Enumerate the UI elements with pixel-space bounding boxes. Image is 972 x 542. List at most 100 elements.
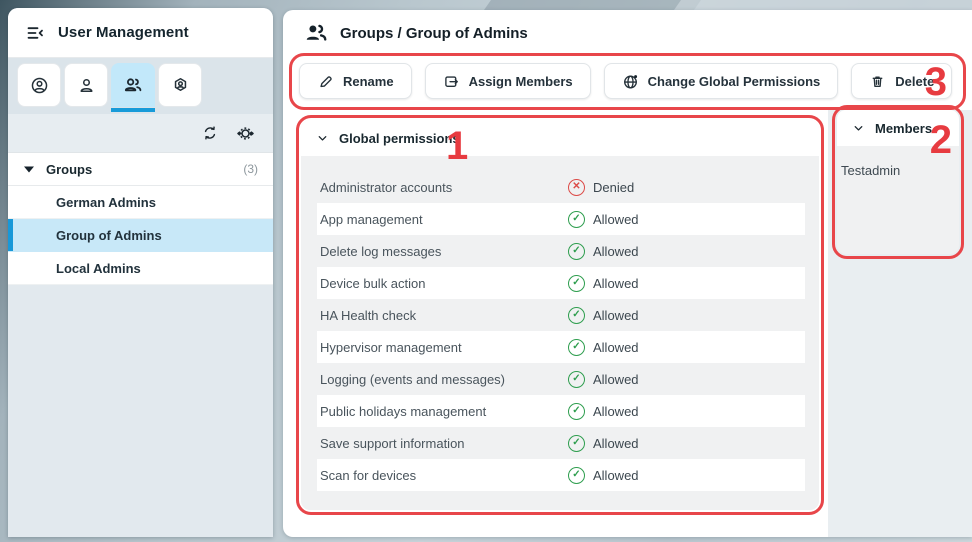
chevron-down-icon xyxy=(852,122,865,135)
users-icon xyxy=(304,21,328,45)
tree-item-group-of-admins[interactable]: Group of Admins xyxy=(8,219,273,252)
main-panel: Groups / Group of Admins Rename Assign M… xyxy=(283,10,972,537)
permission-row: Save support information ✓ Allowed xyxy=(317,427,805,459)
permission-label: Device bulk action xyxy=(320,276,568,291)
refresh-icon[interactable] xyxy=(202,125,218,141)
permission-label: Logging (events and messages) xyxy=(320,372,568,387)
tab-account-settings[interactable] xyxy=(158,63,202,107)
permission-status: ✓ Allowed xyxy=(568,339,639,356)
users-icon xyxy=(123,75,143,95)
allowed-icon: ✓ xyxy=(568,467,585,484)
status-text: Allowed xyxy=(593,340,639,355)
members-title: Members xyxy=(875,121,932,136)
permission-status: ✓ Allowed xyxy=(568,211,639,228)
user-icon xyxy=(77,76,96,95)
allowed-icon: ✓ xyxy=(568,371,585,388)
pencil-icon xyxy=(317,73,334,90)
members-header[interactable]: Members xyxy=(837,110,959,146)
allowed-icon: ✓ xyxy=(568,211,585,228)
sidebar-tabs xyxy=(8,58,273,114)
tree-group-label: Groups xyxy=(46,162,92,177)
permission-status: ✓ Allowed xyxy=(568,243,639,260)
trash-icon xyxy=(869,73,886,90)
permission-label: App management xyxy=(320,212,568,227)
status-text: Allowed xyxy=(593,212,639,227)
delete-button[interactable]: Delete xyxy=(851,63,952,99)
allowed-icon: ✓ xyxy=(568,339,585,356)
permission-row: Hypervisor management ✓ Allowed xyxy=(317,331,805,363)
status-text: Allowed xyxy=(593,372,639,387)
status-text: Allowed xyxy=(593,436,639,451)
global-permissions-header[interactable]: Global permissions xyxy=(301,120,819,156)
permission-label: Delete log messages xyxy=(320,244,568,259)
permission-label: Public holidays management xyxy=(320,404,568,419)
permission-row: Delete log messages ✓ Allowed xyxy=(317,235,805,267)
change-global-permissions-label: Change Global Permissions xyxy=(648,74,821,89)
permission-row: HA Health check ✓ Allowed xyxy=(317,299,805,331)
permission-row: Administrator accounts ✕ Denied xyxy=(317,171,805,203)
tree-group-header[interactable]: Groups (3) xyxy=(8,152,273,186)
sidebar-action-bar xyxy=(8,114,273,152)
permission-rows: Administrator accounts ✕ Denied App mana… xyxy=(301,156,819,491)
page-title: Groups / Group of Admins xyxy=(340,25,528,42)
allowed-icon: ✓ xyxy=(568,275,585,292)
sync-settings-icon[interactable] xyxy=(237,125,254,142)
user-circle-icon xyxy=(30,76,49,95)
collapse-sidebar-icon[interactable] xyxy=(25,23,45,43)
tree-item-local-admins[interactable]: Local Admins xyxy=(8,252,273,285)
allowed-icon: ✓ xyxy=(568,403,585,420)
allowed-icon: ✓ xyxy=(568,307,585,324)
allowed-icon: ✓ xyxy=(568,435,585,452)
status-text: Allowed xyxy=(593,308,639,323)
permission-row: App management ✓ Allowed xyxy=(317,203,805,235)
assign-members-button[interactable]: Assign Members xyxy=(425,63,591,99)
permission-row: Public holidays management ✓ Allowed xyxy=(317,395,805,427)
status-text: Allowed xyxy=(593,468,639,483)
rename-label: Rename xyxy=(343,74,394,89)
permission-status: ✓ Allowed xyxy=(568,275,639,292)
member-item-testadmin[interactable]: Testadmin xyxy=(837,146,959,178)
permission-status: ✕ Denied xyxy=(568,179,634,196)
toolbar: Rename Assign Members Change Global Pe xyxy=(299,63,952,99)
chevron-down-icon xyxy=(316,132,329,145)
rename-button[interactable]: Rename xyxy=(299,63,412,99)
permission-label: Hypervisor management xyxy=(320,340,568,355)
caret-down-icon xyxy=(23,164,35,174)
members-panel: Members Testadmin xyxy=(837,110,959,254)
sidebar-header: User Management xyxy=(8,8,273,58)
sidebar-title: User Management xyxy=(58,24,189,41)
tab-users[interactable] xyxy=(64,63,108,107)
permission-status: ✓ Allowed xyxy=(568,403,639,420)
assign-members-label: Assign Members xyxy=(469,74,573,89)
user-settings-icon xyxy=(171,76,190,95)
status-text: Allowed xyxy=(593,276,639,291)
status-text: Allowed xyxy=(593,404,639,419)
denied-icon: ✕ xyxy=(568,179,585,196)
tree-group-count: (3) xyxy=(243,162,258,176)
permission-label: HA Health check xyxy=(320,308,568,323)
tree-item-german-admins[interactable]: German Admins xyxy=(8,186,273,219)
permission-label: Save support information xyxy=(320,436,568,451)
allowed-icon: ✓ xyxy=(568,243,585,260)
permission-row: Device bulk action ✓ Allowed xyxy=(317,267,805,299)
globe-icon xyxy=(622,73,639,90)
permission-label: Administrator accounts xyxy=(320,180,568,195)
global-permissions-title: Global permissions xyxy=(339,131,460,146)
permission-row: Scan for devices ✓ Allowed xyxy=(317,459,805,491)
assign-icon xyxy=(443,73,460,90)
permission-label: Scan for devices xyxy=(320,468,568,483)
global-permissions-panel: Global permissions Administrator account… xyxy=(301,120,819,510)
permission-status: ✓ Allowed xyxy=(568,435,639,452)
tab-groups[interactable] xyxy=(111,63,155,107)
permission-status: ✓ Allowed xyxy=(568,371,639,388)
page-header: Groups / Group of Admins xyxy=(283,10,972,56)
permission-status: ✓ Allowed xyxy=(568,467,639,484)
status-text: Denied xyxy=(593,180,634,195)
change-global-permissions-button[interactable]: Change Global Permissions xyxy=(604,63,839,99)
permission-row: Logging (events and messages) ✓ Allowed xyxy=(317,363,805,395)
tab-my-account[interactable] xyxy=(17,63,61,107)
permission-status: ✓ Allowed xyxy=(568,307,639,324)
delete-label: Delete xyxy=(895,74,934,89)
sidebar: User Management xyxy=(8,8,273,537)
status-text: Allowed xyxy=(593,244,639,259)
